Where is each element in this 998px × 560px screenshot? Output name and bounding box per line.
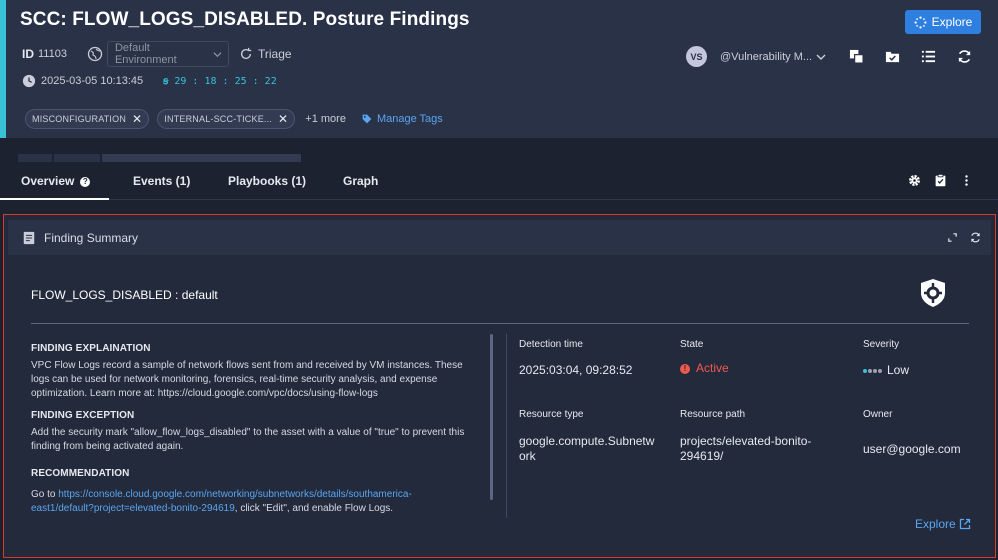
tag-chip[interactable]: MISCONFIGURATION ✕ [25, 109, 150, 129]
resource-path-label: Resource path [680, 409, 746, 420]
external-link-icon [959, 518, 970, 530]
assignee-name: @Vulnerability M... [720, 50, 812, 63]
tab-graph[interactable]: Graph [343, 174, 378, 188]
close-icon[interactable]: ✕ [132, 113, 142, 125]
recommendation-suffix: , click "Edit", and enable Flow Logs. [234, 503, 394, 514]
manage-tags-link[interactable]: Manage Tags [362, 113, 443, 125]
detection-time-label: Detection time [519, 339, 583, 350]
close-case-icon[interactable] [884, 48, 900, 64]
explore-link[interactable]: Explore [915, 517, 971, 531]
more-tags-link[interactable]: +1 more [305, 113, 346, 125]
tag-label: INTERNAL-SCC-TICKE... [164, 114, 273, 124]
clock-icon [22, 74, 36, 88]
more-vertical-icon[interactable] [960, 174, 973, 187]
triage-label: Triage [257, 47, 292, 61]
tab-bar: Overview? Events (1) Playbooks (1) Graph [0, 164, 998, 200]
recommendation-text: Go to https://console.cloud.google.com/n… [31, 488, 471, 516]
collapse-icon[interactable] [947, 232, 958, 243]
environment-select[interactable]: Default Environment [106, 41, 229, 67]
resource-type-label: Resource type [519, 409, 584, 420]
duplicate-icon[interactable] [848, 48, 864, 64]
severity-text: Low [887, 363, 910, 377]
tab-playbooks[interactable]: Playbooks (1) [228, 174, 306, 188]
loading-strip [54, 154, 100, 162]
help-icon[interactable]: ? [80, 176, 91, 187]
widget-header: Finding Summary [8, 220, 991, 255]
state-text: Active [696, 361, 729, 375]
id-row: ID 11103 Default Environment Triage [22, 41, 292, 67]
explore-button-label: Explore [931, 15, 973, 29]
page-title: SCC: FLOW_LOGS_DISABLED. Posture Finding… [20, 9, 470, 30]
refresh-icon[interactable] [970, 232, 981, 243]
finding-summary-widget: Finding Summary FLOW_LOGS_DISABLED : def… [3, 214, 996, 558]
widget-title: Finding Summary [44, 230, 139, 245]
refresh-cycle-icon [240, 47, 252, 60]
owner-value: user@google.com [863, 442, 961, 456]
manage-tags-label: Manage Tags [376, 113, 443, 125]
list-icon[interactable] [920, 48, 936, 64]
severity-value: Low [863, 363, 909, 378]
time-row: 2025-03-05 10:13:45 ꞩ 29 : 18 : 25 : 22 [22, 74, 277, 88]
explanation-text: VPC Flow Logs record a sample of network… [31, 360, 463, 399]
shield-logo-icon [921, 279, 945, 307]
explore-link-label: Explore [915, 517, 956, 531]
header-separator [31, 323, 969, 324]
triage-button[interactable]: Triage [239, 47, 292, 61]
close-icon[interactable]: ✕ [278, 113, 288, 125]
tags-row: MISCONFIGURATION ✕ INTERNAL-SCC-TICKE...… [25, 109, 443, 129]
exception-title: FINDING EXCEPTION [31, 410, 135, 421]
tag-icon [362, 114, 372, 124]
text-scrollbar[interactable] [490, 334, 493, 500]
tab-overview[interactable]: Overview? [21, 174, 91, 188]
loading-strip [102, 154, 301, 162]
id-value: 11103 [38, 48, 67, 60]
created-time: 2025-03-05 10:13:45 [41, 75, 144, 87]
state-label: State [680, 339, 704, 350]
finding-details-text: FINDING EXPLAINATION VPC Flow Logs recor… [31, 343, 471, 516]
header-actions [848, 48, 972, 64]
tag-label: MISCONFIGURATION [32, 114, 127, 124]
assignee-select[interactable]: VS @Vulnerability M... [686, 46, 826, 67]
clipboard-icon[interactable] [934, 174, 947, 187]
explanation-title: FINDING EXPLAINATION [31, 343, 151, 354]
loading-strip [18, 154, 52, 162]
sparkle-icon [914, 15, 927, 29]
environment-globe-icon [87, 46, 103, 62]
refresh-icon[interactable] [956, 48, 972, 64]
detection-time-value: 2025:03:04, 09:28:52 [519, 363, 633, 377]
severity-level-icon [863, 368, 882, 373]
chevron-down-icon [816, 54, 826, 60]
avatar: VS [686, 46, 707, 67]
recommendation-title: RECOMMENDATION [31, 468, 130, 479]
resource-path-value: projects/elevated-bonito-294619/ [680, 434, 812, 463]
document-icon [23, 231, 35, 244]
environment-select-value: Default Environment [114, 42, 177, 66]
alert-icon: ! [680, 363, 690, 374]
owner-label: Owner [863, 409, 893, 420]
header-accent-bar [0, 0, 6, 138]
active-tab-indicator [0, 198, 109, 200]
chevron-down-icon [213, 51, 222, 57]
tab-actions [908, 174, 973, 187]
widget-actions [947, 232, 981, 243]
finding-name: FLOW_LOGS_DISABLED : default [31, 288, 218, 302]
sla-timer: ꞩ 29 : 18 : 25 : 22 [163, 76, 277, 87]
tag-chip[interactable]: INTERNAL-SCC-TICKE... ✕ [157, 109, 296, 129]
timer-icon: ꞩ [163, 75, 169, 87]
tab-events[interactable]: Events (1) [133, 174, 190, 188]
exception-text: Add the security mark "allow_flow_logs_d… [31, 427, 465, 452]
gear-icon[interactable] [908, 174, 921, 187]
id-label: ID [22, 47, 34, 61]
column-divider [506, 334, 507, 518]
tab-overview-label: Overview [21, 174, 75, 188]
timer-value: 29 : 18 : 25 : 22 [174, 75, 277, 87]
resource-type-value: google.compute.Subnetwork [519, 434, 655, 463]
state-value: ! Active [680, 361, 729, 376]
finding-header: SCC: FLOW_LOGS_DISABLED. Posture Finding… [0, 0, 998, 138]
severity-label: Severity [863, 339, 900, 350]
explore-button[interactable]: Explore [905, 10, 981, 34]
recommendation-prefix: Go to [31, 489, 59, 500]
